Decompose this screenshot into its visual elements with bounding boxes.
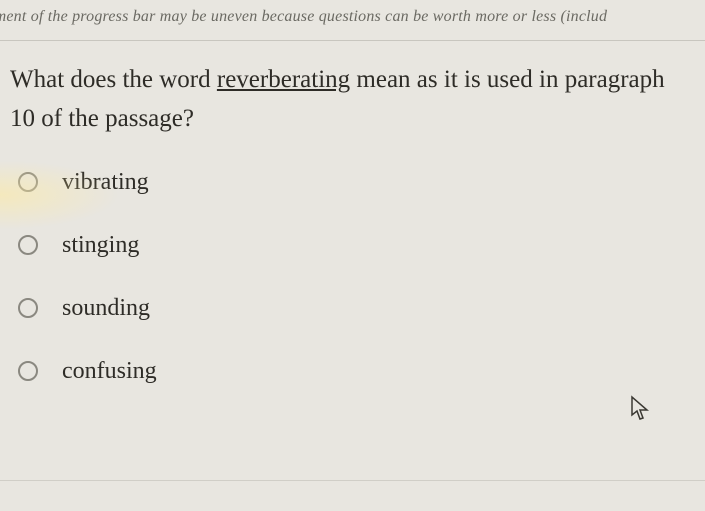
- radio-icon[interactable]: [18, 361, 38, 381]
- option-sounding[interactable]: sounding: [18, 295, 695, 322]
- option-confusing[interactable]: confusing: [18, 358, 695, 385]
- question-text: What does the word reverberating mean as…: [10, 61, 695, 139]
- option-label: stinging: [62, 232, 139, 259]
- radio-icon[interactable]: [18, 298, 38, 318]
- option-stinging[interactable]: stinging: [18, 232, 695, 259]
- question-line2: 10 of the passage?: [10, 105, 194, 132]
- progress-hint-text: vement of the progress bar may be uneven…: [0, 0, 705, 41]
- option-label: vibrating: [62, 169, 149, 196]
- question-area: What does the word reverberating mean as…: [0, 41, 705, 431]
- divider: [0, 480, 705, 481]
- option-vibrating[interactable]: vibrating: [18, 169, 695, 196]
- question-keyword: reverberating: [217, 66, 350, 93]
- question-part1: What does the word: [10, 66, 217, 93]
- question-part2: mean as it is used in paragraph: [350, 66, 665, 93]
- option-label: sounding: [62, 295, 150, 322]
- radio-icon[interactable]: [18, 235, 38, 255]
- radio-icon[interactable]: [18, 172, 38, 192]
- options-list: vibrating stinging sounding confusing: [10, 169, 695, 385]
- option-label: confusing: [62, 358, 157, 385]
